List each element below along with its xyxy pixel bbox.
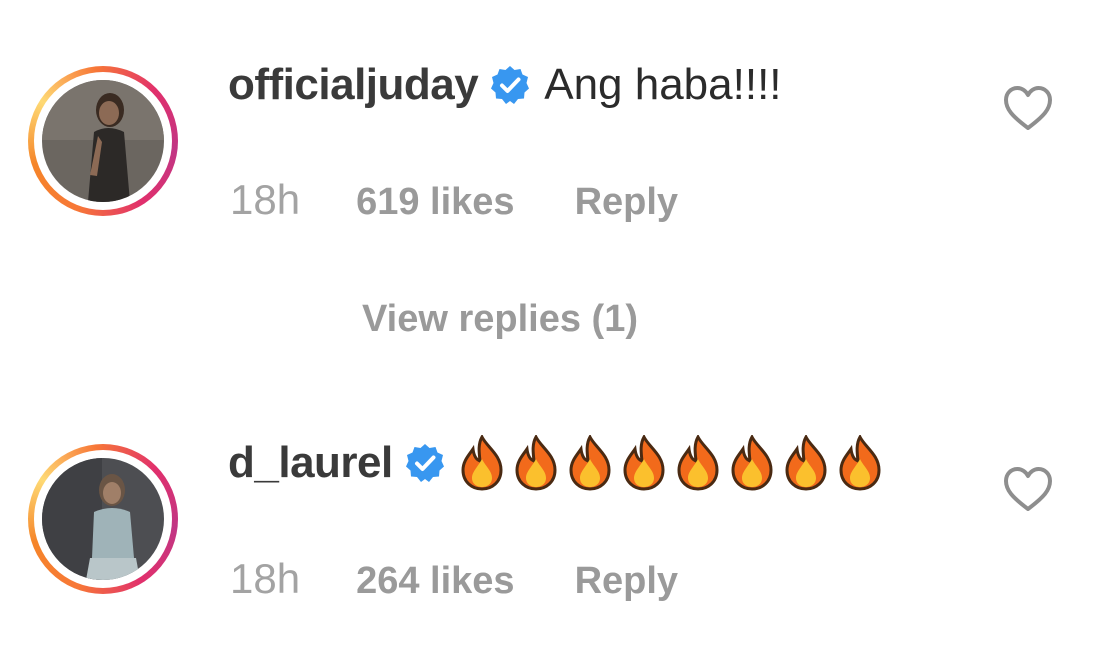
heart-outline-icon[interactable] — [1002, 465, 1054, 513]
comment-timestamp: 18h — [230, 176, 301, 223]
fire-emoji-icon — [569, 435, 611, 491]
comment-text: Ang haba!!!! — [544, 60, 782, 109]
like-count[interactable]: 264 likes — [356, 560, 514, 603]
avatar-story-ring[interactable] — [28, 66, 178, 216]
username[interactable]: officialjuday — [228, 60, 479, 110]
fire-emoji-icon — [515, 435, 557, 491]
comment-item: d_laurel 18h 264 likes Reply — [0, 425, 1120, 660]
verified-badge-icon — [405, 444, 444, 482]
heart-outline-icon[interactable] — [1002, 84, 1054, 132]
comment-emoji-text — [457, 435, 885, 491]
like-count[interactable]: 619 likes — [356, 181, 514, 224]
avatar-ring-gap — [34, 72, 172, 210]
comment-meta: 18h 264 likes Reply — [230, 555, 678, 603]
fire-emoji-icon — [461, 435, 503, 491]
reply-button[interactable]: Reply — [575, 181, 678, 224]
avatar-story-ring[interactable] — [28, 444, 178, 594]
avatar — [42, 80, 164, 202]
fire-emoji-icon — [785, 435, 827, 491]
username[interactable]: d_laurel — [228, 438, 393, 488]
fire-emoji-icon — [731, 435, 773, 491]
comment-line: officialjuday Ang haba!!!! — [228, 55, 782, 115]
comment-line: d_laurel — [228, 433, 885, 493]
fire-emoji-icon — [839, 435, 881, 491]
reply-button[interactable]: Reply — [575, 560, 678, 603]
fire-emoji-icon — [623, 435, 665, 491]
comment-meta: 18h 619 likes Reply — [230, 176, 678, 224]
verified-badge-icon — [491, 66, 530, 104]
comment-item: officialjuday Ang haba!!!! 18h 619 likes… — [0, 0, 1120, 340]
avatar — [42, 458, 164, 580]
avatar-ring-gap — [34, 450, 172, 588]
comment-timestamp: 18h — [230, 555, 301, 602]
view-replies-link[interactable]: View replies (1) — [362, 298, 638, 341]
fire-emoji-icon — [677, 435, 719, 491]
